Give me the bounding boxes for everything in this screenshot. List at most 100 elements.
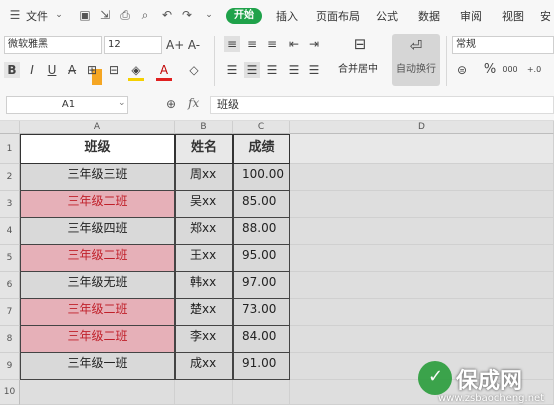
align-bottom-icon[interactable]: ≡ — [264, 36, 280, 52]
tab-view[interactable]: 视图 — [502, 8, 524, 24]
column-header-b[interactable]: B — [175, 121, 233, 134]
empty-cell[interactable] — [233, 380, 290, 405]
save-icon[interactable]: ▣ — [78, 8, 92, 22]
class-cell[interactable]: 三年级三班 — [20, 164, 175, 191]
name-cell[interactable]: 楚xx — [175, 299, 233, 326]
underline-button[interactable]: U — [44, 62, 60, 78]
row-header[interactable]: 4 — [0, 218, 20, 245]
row-header[interactable]: 7 — [0, 299, 20, 326]
select-all-corner[interactable] — [0, 121, 20, 134]
merge-center-label[interactable]: 合并居中 — [338, 60, 378, 75]
row-header[interactable]: 9 — [0, 353, 20, 380]
print-preview-icon[interactable]: ⌕ — [138, 8, 152, 22]
tab-data[interactable]: 数据 — [418, 8, 440, 24]
number-format-select[interactable]: 常规 — [452, 36, 554, 54]
name-cell[interactable]: 成xx — [175, 353, 233, 380]
print-icon[interactable]: ⎙ — [118, 8, 132, 22]
wrap-text-button[interactable]: ⏎ 自动换行 — [392, 34, 440, 86]
tab-insert[interactable]: 插入 — [276, 8, 298, 24]
row-header[interactable]: 5 — [0, 245, 20, 272]
column-header-d[interactable]: D — [290, 121, 554, 134]
name-box-dropdown-icon[interactable]: ⌄ — [118, 98, 126, 108]
align-right-icon[interactable]: ☰ — [264, 62, 280, 78]
percent-button[interactable]: % — [482, 62, 498, 78]
tab-page-layout[interactable]: 页面布局 — [316, 8, 360, 24]
row-header[interactable]: 8 — [0, 326, 20, 353]
cell-d[interactable] — [290, 326, 554, 353]
score-cell[interactable]: 73.00 — [233, 299, 290, 326]
currency-icon[interactable]: ⊜ — [454, 62, 470, 78]
score-cell[interactable]: 85.00 — [233, 191, 290, 218]
header-cell[interactable]: 班级 — [20, 134, 175, 164]
class-cell[interactable]: 三年级二班 — [20, 299, 175, 326]
score-cell[interactable]: 97.00 — [233, 272, 290, 299]
score-cell[interactable]: 88.00 — [233, 218, 290, 245]
merge-cell-icon[interactable]: ⊟ — [106, 62, 122, 78]
tab-review[interactable]: 审阅 — [460, 8, 482, 24]
score-cell[interactable]: 95.00 — [233, 245, 290, 272]
class-cell[interactable]: 三年级四班 — [20, 218, 175, 245]
empty-cell[interactable] — [175, 380, 233, 405]
column-header-a[interactable]: A — [20, 121, 175, 134]
thousands-separator-button[interactable]: 000 — [502, 62, 518, 78]
undo-icon[interactable]: ↶ — [160, 8, 174, 22]
italic-button[interactable]: I — [24, 62, 40, 78]
decimal-button[interactable]: +.0 — [526, 62, 542, 78]
chevron-down-icon[interactable]: ⌄ — [52, 8, 66, 22]
row-header[interactable]: 1 — [0, 134, 20, 164]
grow-font-icon[interactable]: A+ — [166, 37, 184, 53]
name-cell[interactable]: 郑xx — [175, 218, 233, 245]
bold-button[interactable]: B — [4, 62, 20, 78]
class-cell[interactable]: 三年级一班 — [20, 353, 175, 380]
merge-center-icon[interactable]: ⊟ — [352, 36, 368, 52]
font-size-select[interactable]: 12 — [104, 36, 162, 54]
file-menu[interactable]: 文件 — [26, 8, 48, 24]
header-cell[interactable]: 成绩 — [233, 134, 290, 164]
align-left-icon[interactable]: ☰ — [224, 62, 240, 78]
row-header[interactable]: 6 — [0, 272, 20, 299]
empty-cell[interactable] — [20, 380, 175, 405]
clear-format-icon[interactable]: ◇ — [186, 62, 202, 78]
shrink-font-icon[interactable]: A- — [186, 37, 202, 53]
align-middle-icon[interactable]: ≡ — [244, 36, 260, 52]
quick-access-dropdown-icon[interactable]: ⌄ — [202, 8, 216, 22]
tab-security[interactable]: 安 — [540, 8, 551, 24]
row-header[interactable]: 10 — [0, 380, 20, 405]
tab-start[interactable]: 开始 — [226, 8, 262, 24]
strikethrough-icon[interactable]: A̶ — [64, 62, 80, 78]
align-center-icon[interactable]: ☰ — [244, 62, 260, 78]
name-cell[interactable]: 李xx — [175, 326, 233, 353]
distributed-icon[interactable]: ☰ — [306, 62, 322, 78]
class-cell[interactable]: 三年级二班 — [20, 191, 175, 218]
fx-icon[interactable]: fx — [188, 96, 199, 110]
header-cell[interactable]: 姓名 — [175, 134, 233, 164]
tab-formula[interactable]: 公式 — [376, 8, 398, 24]
export-icon[interactable]: ⇲ — [98, 8, 112, 22]
indent-increase-icon[interactable]: ⇥ — [306, 36, 322, 52]
class-cell[interactable]: 三年级二班 — [20, 326, 175, 353]
name-cell[interactable]: 王xx — [175, 245, 233, 272]
font-color-icon[interactable]: A — [156, 62, 172, 78]
name-cell[interactable]: 韩xx — [175, 272, 233, 299]
font-name-select[interactable]: 微软雅黑 — [4, 36, 102, 54]
formula-input[interactable]: 班级 — [210, 96, 554, 114]
border-icon[interactable]: ⊞ — [84, 62, 100, 78]
name-cell[interactable]: 吴xx — [175, 191, 233, 218]
redo-icon[interactable]: ↷ — [180, 8, 194, 22]
zoom-icon[interactable]: ⊕ — [166, 97, 176, 111]
cell-d[interactable] — [290, 272, 554, 299]
cell-d[interactable] — [290, 299, 554, 326]
score-cell[interactable]: 84.00 — [233, 326, 290, 353]
fill-color-icon[interactable]: ◈ — [128, 62, 144, 78]
name-box[interactable]: A1 — [6, 96, 128, 114]
name-cell[interactable]: 周xx — [175, 164, 233, 191]
row-header[interactable]: 3 — [0, 191, 20, 218]
score-cell[interactable]: 91.00 — [233, 353, 290, 380]
class-cell[interactable]: 三年级二班 — [20, 245, 175, 272]
cell-d[interactable] — [290, 218, 554, 245]
cell-d[interactable] — [290, 134, 554, 164]
row-header[interactable]: 2 — [0, 164, 20, 191]
cell-d[interactable] — [290, 164, 554, 191]
cell-d[interactable] — [290, 191, 554, 218]
class-cell[interactable]: 三年级无班 — [20, 272, 175, 299]
